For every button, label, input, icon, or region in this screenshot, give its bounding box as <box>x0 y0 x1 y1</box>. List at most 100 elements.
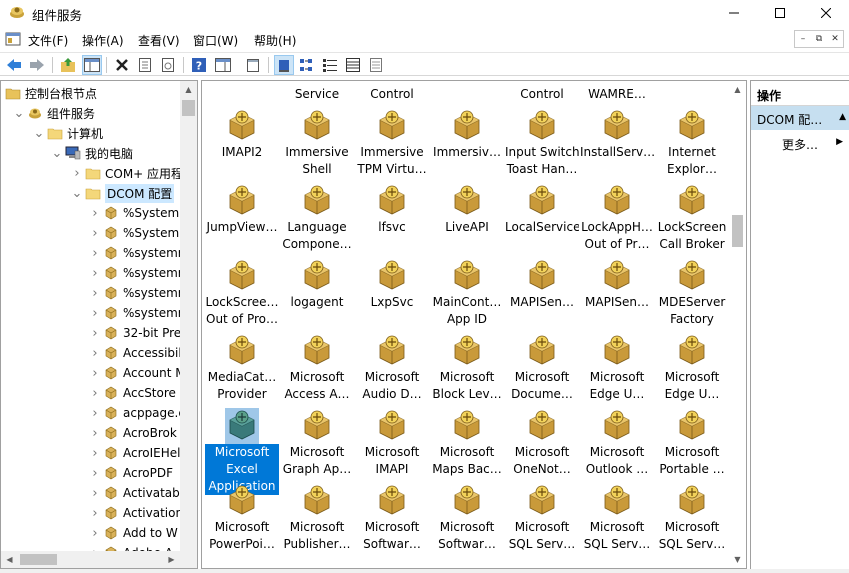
tree-item[interactable]: › %systemr <box>89 263 182 283</box>
collapse-icon[interactable]: ▲ <box>839 112 846 122</box>
tree-item[interactable]: › %systemr <box>89 243 182 263</box>
dcom-app-item[interactable]: Microsoft Graph Ap… <box>280 408 354 478</box>
expand-arrow-icon[interactable]: › <box>89 466 101 481</box>
dcom-app-item[interactable]: Microsoft Access A… <box>280 333 354 403</box>
collapse-arrow-icon[interactable]: ⌄ <box>33 126 45 141</box>
partial-item-label[interactable]: Service <box>280 87 354 101</box>
scroll-right-arrow[interactable]: ▶ <box>163 551 180 568</box>
maximize-button[interactable] <box>757 0 803 26</box>
dcom-app-item[interactable]: MAPISen… <box>505 258 579 311</box>
dcom-app-item[interactable]: Internet Explor… <box>655 108 729 178</box>
scroll-up-arrow[interactable]: ▲ <box>180 81 197 98</box>
dcom-app-item[interactable]: MediaCat… Provider <box>205 333 279 403</box>
back-button[interactable] <box>4 55 24 75</box>
dcom-app-item[interactable]: Microsoft Softwar… <box>355 483 429 553</box>
properties-button[interactable] <box>135 55 155 75</box>
dcom-app-item[interactable]: lfsvc <box>355 183 429 236</box>
menu-action[interactable]: 操作(A) <box>82 32 124 49</box>
dcom-app-item[interactable]: LockScree… Out of Pro… <box>205 258 279 328</box>
tree-item[interactable]: ⌄ DCOM 配置 <box>71 183 175 203</box>
expand-arrow-icon[interactable]: › <box>89 426 101 441</box>
dcom-app-item[interactable]: LockScreen Call Broker <box>655 183 729 253</box>
expand-arrow-icon[interactable]: › <box>89 406 101 421</box>
dcom-app-item[interactable]: Microsoft Maps Bac… <box>430 408 504 478</box>
tree-item[interactable]: › acppage.c <box>89 403 185 423</box>
scroll-down-arrow[interactable]: ▼ <box>729 551 746 568</box>
mdi-close-button[interactable]: ✕ <box>827 31 843 47</box>
dcom-app-item[interactable]: Microsoft Portable … <box>655 408 729 478</box>
menu-view[interactable]: 查看(V) <box>138 32 180 49</box>
tree-item[interactable]: › AcroBrok <box>89 423 176 443</box>
dcom-app-item[interactable]: Immersive TPM Virtu… <box>355 108 429 178</box>
tree-item[interactable]: › Activation <box>89 503 183 523</box>
expand-arrow-icon[interactable]: › <box>89 486 101 501</box>
scroll-up-arrow[interactable]: ▲ <box>729 81 746 98</box>
dcom-app-item[interactable]: Immersiv… <box>430 108 504 161</box>
collapse-arrow-icon[interactable]: ⌄ <box>71 186 83 201</box>
scrollbar-thumb[interactable] <box>182 100 195 116</box>
dcom-app-item[interactable]: Microsoft SQL Serv… <box>505 483 579 553</box>
tree-item[interactable]: › Activatabl <box>89 483 183 503</box>
expand-arrow-icon[interactable]: › <box>71 166 83 181</box>
tree-item[interactable]: › COM+ 应用程 <box>71 163 183 183</box>
scroll-left-arrow[interactable]: ◀ <box>1 551 18 568</box>
dcom-app-item[interactable]: IMAPI2 <box>205 108 279 161</box>
partial-item-label[interactable]: Control <box>355 87 429 101</box>
dcom-app-item[interactable]: Microsoft OneNot… <box>505 408 579 478</box>
dcom-app-item[interactable]: Microsoft Block Lev… <box>430 333 504 403</box>
menu-window[interactable]: 窗口(W) <box>193 32 238 49</box>
expand-arrow-icon[interactable]: › <box>89 526 101 541</box>
expand-arrow-icon[interactable]: › <box>89 206 101 221</box>
dcom-app-item[interactable]: InstallServ… <box>580 108 654 161</box>
partial-item-label[interactable]: WAMRE… <box>580 87 654 101</box>
tree-item[interactable]: ⌄ 组件服务 <box>13 103 95 123</box>
expand-arrow-icon[interactable]: › <box>89 246 101 261</box>
tree-item[interactable]: › AcroPDF <box>89 463 173 483</box>
dcom-app-item[interactable]: LocalService <box>505 183 579 236</box>
expand-arrow-icon[interactable]: › <box>89 506 101 521</box>
collapse-arrow-icon[interactable]: ⌄ <box>13 106 25 121</box>
content-vertical-scrollbar[interactable]: ▲ ▼ <box>729 81 746 568</box>
expand-arrow-icon[interactable]: › <box>89 286 101 301</box>
collapse-arrow-icon[interactable]: ⌄ <box>51 146 63 161</box>
expand-arrow-icon[interactable]: › <box>89 386 101 401</box>
dcom-app-item[interactable]: Microsoft Outlook … <box>580 408 654 478</box>
dcom-app-item[interactable]: MAPISen… <box>580 258 654 311</box>
tree-item[interactable]: › %SystemR <box>89 203 187 223</box>
more-view-button[interactable] <box>366 55 386 75</box>
mdi-restore-button[interactable]: ⧉ <box>811 31 827 47</box>
dcom-app-item[interactable]: Input Switch Toast Han… <box>505 108 579 178</box>
export-list-button[interactable] <box>158 55 178 75</box>
dcom-app-item[interactable]: LxpSvc <box>355 258 429 311</box>
menu-file[interactable]: 文件(F) <box>28 32 68 49</box>
tree-item[interactable]: ⌄ 计算机 <box>33 123 103 143</box>
dcom-app-item[interactable]: LockAppH… Out of Pr… <box>580 183 654 253</box>
dcom-app-item[interactable]: Microsoft SQL Serv… <box>655 483 729 553</box>
expand-arrow-icon[interactable]: › <box>89 366 101 381</box>
expand-arrow-icon[interactable]: › <box>89 226 101 241</box>
minimize-button[interactable] <box>711 0 757 26</box>
close-button[interactable] <box>803 0 849 26</box>
dcom-app-item[interactable]: Microsoft Publisher… <box>280 483 354 553</box>
expand-arrow-icon[interactable]: › <box>89 446 101 461</box>
actions-section-dcom[interactable]: DCOM 配… ▲ <box>751 106 849 130</box>
show-hide-action-pane-button[interactable] <box>213 55 233 75</box>
tree-vertical-scrollbar[interactable]: ▲ <box>180 81 197 551</box>
tree-item[interactable]: › AcroIEHel <box>89 443 180 463</box>
dcom-app-item[interactable]: JumpView… <box>205 183 279 236</box>
show-hide-tree-button[interactable] <box>82 55 102 75</box>
tree-item[interactable]: › Account M <box>89 363 185 383</box>
dcom-app-item[interactable]: Microsoft Edge U… <box>580 333 654 403</box>
dcom-app-item[interactable]: Microsoft Docume… <box>505 333 579 403</box>
tree-item[interactable]: ⌄ 我的电脑 <box>51 143 133 163</box>
expand-arrow-icon[interactable]: › <box>89 306 101 321</box>
scrollbar-thumb[interactable] <box>732 215 743 247</box>
more-actions-link[interactable]: 更多… <box>782 136 818 153</box>
tree-item[interactable]: › AccStore C <box>89 383 188 403</box>
large-icons-view-button[interactable] <box>274 55 294 75</box>
expand-arrow-icon[interactable]: › <box>89 326 101 341</box>
tree-item[interactable]: › %systemr <box>89 303 182 323</box>
dcom-app-item[interactable]: logagent <box>280 258 354 311</box>
tree-horizontal-scrollbar[interactable]: ◀ ▶ <box>1 551 197 568</box>
dcom-app-item[interactable]: LiveAPI <box>430 183 504 236</box>
